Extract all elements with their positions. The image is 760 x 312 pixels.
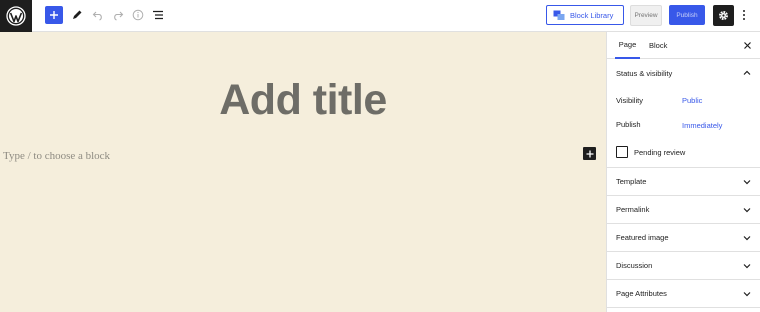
pending-review-label[interactable]: Pending review (634, 148, 685, 157)
editor-canvas: Add title Type / to choose a block (0, 32, 606, 312)
details-button[interactable] (129, 6, 147, 24)
sidebar-tabs: Page Block (607, 32, 760, 59)
add-block-button[interactable] (45, 6, 63, 24)
discussion-panel-header[interactable]: Discussion (607, 252, 760, 280)
chevron-down-icon (743, 236, 751, 241)
template-panel-header[interactable]: Template (607, 168, 760, 196)
publish-label: Publish (616, 120, 641, 129)
block-placeholder[interactable]: Type / to choose a block (3, 150, 110, 162)
pending-review-checkbox[interactable] (616, 146, 628, 158)
post-title-field[interactable]: Add title (0, 76, 606, 125)
gear-icon (719, 11, 728, 20)
chevron-up-icon (743, 70, 751, 75)
panel-title: Template (616, 177, 647, 186)
settings-sidebar: Page Block Status & visibility Visibilit… (606, 32, 760, 312)
featured-image-panel-header[interactable]: Featured image (607, 224, 760, 252)
visibility-label: Visibility (616, 96, 643, 105)
redo-button[interactable] (109, 6, 127, 24)
tools-button[interactable] (68, 6, 86, 24)
info-icon (132, 9, 144, 21)
wordpress-logo-icon[interactable] (0, 0, 32, 32)
block-library-button[interactable]: Block Library (546, 5, 624, 25)
settings-button[interactable] (713, 5, 734, 26)
publish-button[interactable]: Publish (669, 5, 705, 25)
tab-page[interactable]: Page (615, 32, 640, 59)
pencil-icon (73, 10, 82, 19)
list-view-button[interactable] (149, 6, 167, 24)
chevron-down-icon (743, 292, 751, 297)
close-icon (743, 41, 751, 49)
chevron-down-icon (743, 180, 751, 185)
block-library-label: Block Library (570, 10, 614, 20)
plus-icon (586, 150, 593, 157)
panel-title: Page Attributes (616, 289, 667, 298)
page-attributes-panel-header[interactable]: Page Attributes (607, 280, 760, 308)
tab-block[interactable]: Block (649, 32, 667, 59)
panel-title: Status & visibility (616, 68, 673, 78)
publish-date-button[interactable]: Immediately (682, 121, 722, 130)
block-library-icon (553, 10, 565, 20)
panel-title: Permalink (616, 205, 650, 214)
list-view-icon (153, 10, 163, 20)
editor-toolbar: Block Library Preview Publish (0, 0, 760, 32)
undo-button[interactable] (89, 6, 107, 24)
visibility-value-button[interactable]: Public (682, 96, 702, 105)
panel-title: Discussion (616, 261, 653, 270)
redo-icon (114, 11, 124, 21)
permalink-panel-header[interactable]: Permalink (607, 196, 760, 224)
more-options-button[interactable] (738, 6, 750, 24)
plus-icon (50, 11, 58, 19)
status-visibility-panel-header[interactable]: Status & visibility (607, 59, 760, 87)
preview-button[interactable]: Preview (630, 5, 662, 26)
chevron-down-icon (743, 208, 751, 213)
close-sidebar-button[interactable] (742, 40, 752, 50)
chevron-down-icon (743, 264, 751, 269)
inline-add-block-button[interactable] (583, 147, 596, 160)
status-visibility-panel: Visibility Public Publish Immediately Pe… (607, 87, 760, 168)
panel-title: Featured image (616, 233, 669, 242)
undo-icon (92, 11, 102, 21)
vertical-ellipsis-icon (743, 10, 745, 20)
